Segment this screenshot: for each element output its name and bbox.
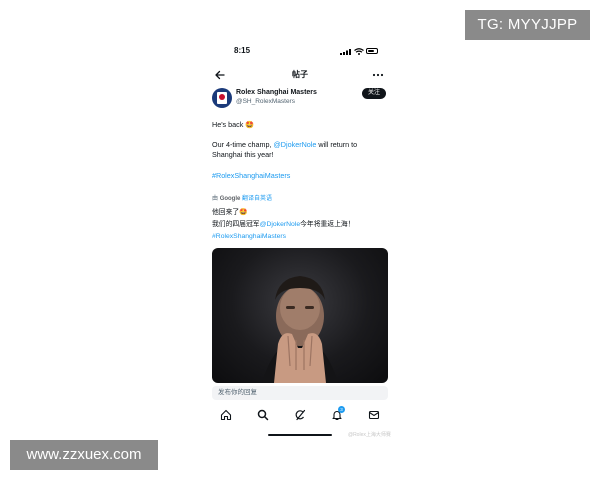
wifi-icon xyxy=(354,48,364,55)
avatar[interactable] xyxy=(212,88,232,108)
translated-line-1: 他回来了🤩 xyxy=(212,209,248,216)
hashtag-link[interactable]: #RolexShanghaiMasters xyxy=(212,171,388,181)
mention-link[interactable]: @DjokerNole xyxy=(274,140,317,149)
home-icon[interactable] xyxy=(220,409,232,421)
reply-input[interactable]: 发布你的回复 xyxy=(212,386,388,400)
player-portrait-image xyxy=(262,276,338,383)
messages-icon[interactable] xyxy=(368,409,380,421)
page-title: 帖子 xyxy=(292,70,308,79)
translated-mention-link[interactable]: @DjokerNole xyxy=(260,221,301,228)
post-text-line-1: He's back 🤩 xyxy=(212,120,255,129)
top-nav: 帖子 xyxy=(204,66,396,84)
search-icon[interactable] xyxy=(257,409,269,421)
more-options-icon[interactable] xyxy=(372,73,384,77)
bottom-tab-bar: 3 xyxy=(204,406,396,424)
author-handle[interactable]: @SH_RolexMasters xyxy=(236,98,295,105)
translated-line-2: 我们的四届冠军@DjokerNole今年将重返上海！ xyxy=(212,221,355,228)
watermark-bottom: www.zzxuex.com xyxy=(10,440,158,470)
image-credit: @Rolex上海大师赛 xyxy=(348,432,391,438)
battery-icon xyxy=(366,48,378,54)
author-name[interactable]: Rolex Shanghai Masters xyxy=(236,89,317,96)
translated-hashtag-link[interactable]: #RolexShanghaiMasters xyxy=(212,232,388,242)
translated-from-link[interactable]: 翻译自英语 xyxy=(242,196,272,202)
status-bar: 8:15 xyxy=(204,46,396,60)
post-author: Rolex Shanghai Masters @SH_RolexMasters … xyxy=(212,88,388,110)
home-indicator xyxy=(268,434,332,436)
phone-screen: 8:15 帖子 Rolex Shanghai Masters @SH_Rolex… xyxy=(204,40,396,445)
post-video[interactable] xyxy=(212,248,388,383)
grok-icon[interactable] xyxy=(294,409,306,421)
translation-attribution: 由 Google 翻译自英语 xyxy=(212,196,273,202)
status-time: 8:15 xyxy=(234,46,251,55)
watermark-top: TG: MYYJJPP xyxy=(465,10,590,40)
signal-icon xyxy=(340,49,351,55)
follow-button[interactable]: 关注 xyxy=(362,88,386,99)
post-text-line-2: Our 4-time champ, @DjokerNole will retur… xyxy=(212,140,358,159)
google-logo: Google xyxy=(219,196,241,202)
notification-badge: 3 xyxy=(338,406,345,413)
